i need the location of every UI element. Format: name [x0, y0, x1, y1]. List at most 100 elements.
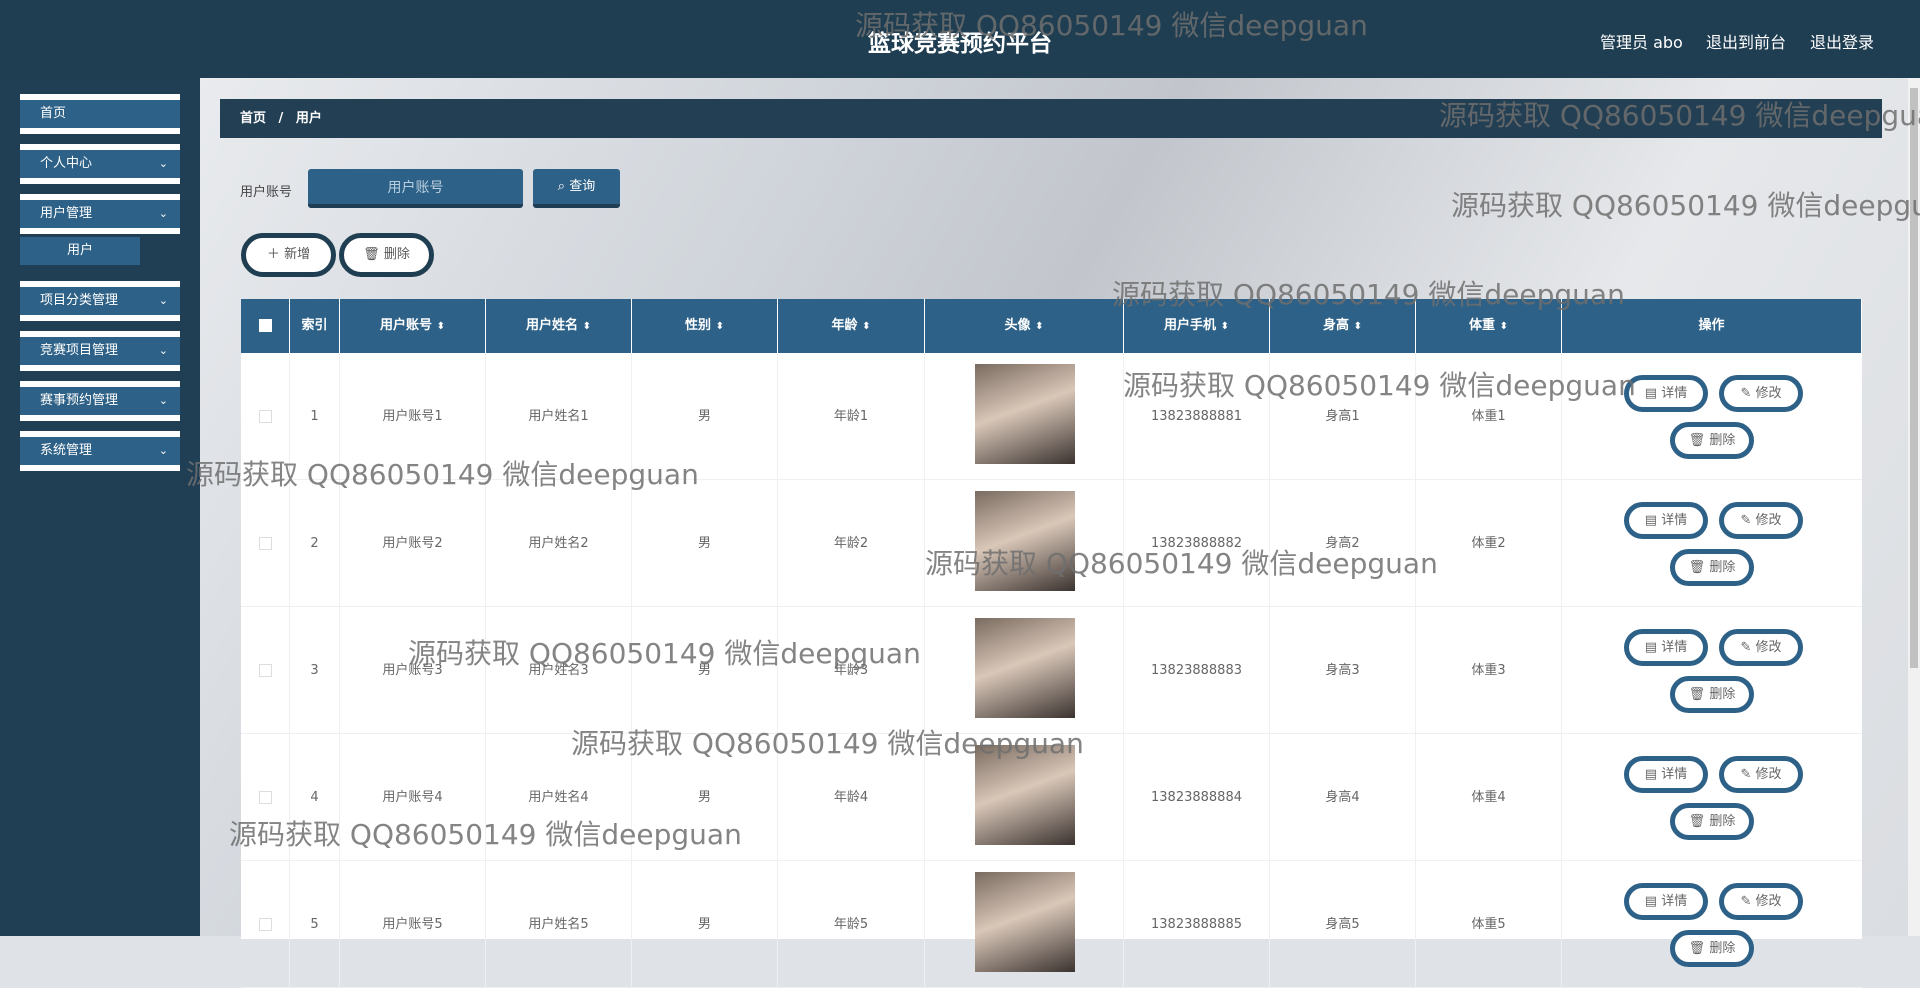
column-header: 操作 [1562, 299, 1862, 353]
trash-icon: 🗑 [1688, 814, 1706, 829]
row-checkbox[interactable] [258, 918, 272, 931]
cell-age: 年龄2 [778, 480, 925, 607]
sidebar-item-label: 系统管理 [40, 443, 93, 458]
plus-icon: ＋ [266, 247, 280, 262]
edit-button[interactable]: ✎ 修改 [1719, 502, 1803, 539]
column-header[interactable]: 用户账号 ⬍ [340, 299, 486, 353]
sort-icon[interactable]: ⬍ [1221, 321, 1229, 332]
column-header-label: 年龄 [831, 318, 858, 333]
add-button[interactable]: ＋ 新增 [241, 233, 336, 277]
row-delete-button[interactable]: 🗑 删除 [1670, 549, 1754, 586]
logout-link[interactable]: 退出登录 [1810, 29, 1874, 53]
sidebar-item-6[interactable]: 系统管理 ⌄ [20, 431, 180, 471]
cell-phone: 13823888884 [1124, 734, 1270, 861]
trash-icon: 🗑 [1688, 560, 1706, 575]
cell-index: 1 [290, 353, 340, 480]
edit-button[interactable]: ✎ 修改 [1719, 756, 1803, 793]
breadcrumb: 首页 / 用户 [220, 99, 1882, 138]
detail-button[interactable]: ▤ 详情 [1624, 375, 1708, 412]
search-button[interactable]: ⌕ 查询 [533, 169, 620, 208]
row-delete-label: 删除 [1709, 814, 1736, 829]
back-to-front-link[interactable]: 退出到前台 [1706, 29, 1786, 53]
column-header [241, 299, 290, 353]
row-checkbox-cell [241, 607, 290, 734]
sidebar-item-label: 个人中心 [40, 156, 93, 171]
column-header[interactable]: 头像 ⬍ [925, 299, 1124, 353]
edit-button[interactable]: ✎ 修改 [1719, 375, 1803, 412]
column-header[interactable]: 用户手机 ⬍ [1124, 299, 1270, 353]
sidebar-item-label: 竞赛项目管理 [40, 343, 119, 358]
column-header[interactable]: 年龄 ⬍ [778, 299, 925, 353]
cell-gender: 男 [632, 607, 778, 734]
scrollbar[interactable] [1908, 78, 1920, 936]
breadcrumb-current: 用户 [295, 111, 322, 126]
cell-height: 身高3 [1270, 607, 1416, 734]
sidebar-item-3[interactable]: 项目分类管理 ⌄ [20, 281, 180, 321]
column-header-label: 用户账号 [380, 318, 433, 333]
row-delete-button[interactable]: 🗑 删除 [1670, 803, 1754, 840]
cell-phone: 13823888882 [1124, 480, 1270, 607]
row-checkbox[interactable] [258, 537, 272, 550]
cell-weight: 体重1 [1416, 353, 1562, 480]
cell-phone: 13823888883 [1124, 607, 1270, 734]
table-row: 5 用户账号5 用户姓名5 男年龄5 13823888885 身高5 体重5 ▤ 详情 ✎ 修改… [241, 861, 1862, 988]
cell-name: 用户姓名3 [486, 607, 632, 734]
admin-user-label: 管理员 abo [1600, 33, 1683, 52]
pencil-icon: ✎ [1740, 640, 1752, 655]
detail-label: 详情 [1661, 640, 1688, 655]
column-header[interactable]: 索引 [290, 299, 340, 353]
breadcrumb-home[interactable]: 首页 [240, 111, 266, 126]
sort-icon[interactable]: ⬍ [437, 321, 445, 332]
avatar-image [975, 872, 1075, 972]
column-header-label: 用户手机 [1164, 318, 1217, 333]
bulk-delete-button[interactable]: 🗑 删除 [339, 233, 434, 277]
sort-icon[interactable]: ⬍ [1354, 321, 1362, 332]
sort-icon[interactable]: ⬍ [862, 321, 870, 332]
account-search-input[interactable] [308, 169, 523, 208]
row-delete-label: 删除 [1709, 941, 1736, 956]
sort-icon[interactable]: ⬍ [1500, 321, 1508, 332]
sidebar-item-5[interactable]: 赛事预约管理 ⌄ [20, 381, 180, 421]
row-checkbox[interactable] [258, 791, 272, 804]
cell-name: 用户姓名5 [486, 861, 632, 988]
edit-button[interactable]: ✎ 修改 [1719, 883, 1803, 920]
sidebar-item-1[interactable]: 个人中心 ⌄ [20, 144, 180, 184]
sidebar-item-0[interactable]: 首页 [20, 94, 180, 134]
search-button-label: 查询 [569, 179, 596, 194]
select-all-checkbox[interactable] [258, 319, 272, 332]
edit-button[interactable]: ✎ 修改 [1719, 629, 1803, 666]
sidebar-item-2[interactable]: 用户管理 ⌄ [20, 194, 180, 234]
column-header[interactable]: 身高 ⬍ [1270, 299, 1416, 353]
sidebar-item-label: 用户管理 [40, 206, 93, 221]
table-row: 4 用户账号4 用户姓名4 男年龄4 13823888884 身高4 体重4 ▤ 详情 ✎ 修改… [241, 734, 1862, 861]
column-header[interactable]: 体重 ⬍ [1416, 299, 1562, 353]
sort-icon[interactable]: ⬍ [583, 321, 591, 332]
row-delete-label: 删除 [1709, 560, 1736, 575]
cell-phone: 13823888885 [1124, 861, 1270, 988]
row-delete-button[interactable]: 🗑 删除 [1670, 422, 1754, 459]
cell-height: 身高4 [1270, 734, 1416, 861]
column-header[interactable]: 用户姓名 ⬍ [486, 299, 632, 353]
sidebar-subitem-users[interactable]: 用户 [20, 237, 140, 265]
row-checkbox[interactable] [258, 410, 272, 423]
detail-button[interactable]: ▤ 详情 [1624, 629, 1708, 666]
search-icon: ⌕ [557, 179, 566, 194]
cell-phone: 13823888881 [1124, 353, 1270, 480]
scrollbar-thumb[interactable] [1910, 88, 1918, 668]
detail-button[interactable]: ▤ 详情 [1624, 883, 1708, 920]
row-checkbox[interactable] [258, 664, 272, 677]
edit-label: 修改 [1755, 386, 1782, 401]
detail-button[interactable]: ▤ 详情 [1624, 756, 1708, 793]
row-delete-button[interactable]: 🗑 删除 [1670, 676, 1754, 713]
row-delete-label: 删除 [1709, 433, 1736, 448]
detail-button[interactable]: ▤ 详情 [1624, 502, 1708, 539]
sort-icon[interactable]: ⬍ [716, 321, 724, 332]
column-header[interactable]: 性别 ⬍ [632, 299, 778, 353]
cell-index: 4 [290, 734, 340, 861]
chevron-down-icon: ⌄ [158, 394, 168, 407]
cell-gender: 男 [632, 861, 778, 988]
cell-gender: 男 [632, 480, 778, 607]
cell-height: 身高5 [1270, 861, 1416, 988]
sort-icon[interactable]: ⬍ [1035, 321, 1043, 332]
sidebar-item-4[interactable]: 竞赛项目管理 ⌄ [20, 331, 180, 371]
